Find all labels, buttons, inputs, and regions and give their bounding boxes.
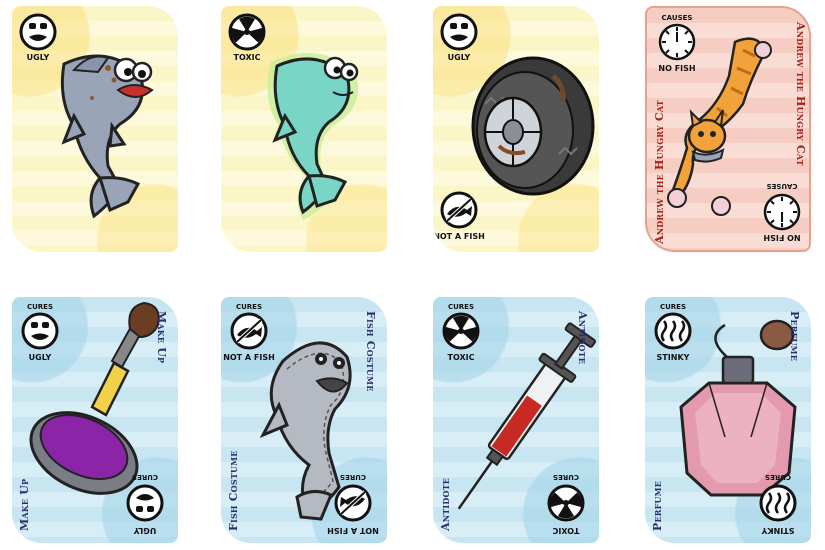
stinky-icon <box>759 484 797 522</box>
cat-event-card[interactable]: CAUSES NO FISH Andrew the Hungry Cat And… <box>645 6 811 252</box>
no-fish-icon <box>440 191 478 229</box>
radiation-icon <box>546 484 586 522</box>
badge-label: STINKY <box>761 526 795 535</box>
clock-icon <box>763 193 801 231</box>
ugly-fish-card[interactable]: UGLY <box>12 6 178 252</box>
effect-label: NO FISH <box>658 64 696 73</box>
cures-label: CURES <box>235 303 263 311</box>
card-title: Fish Costume <box>227 450 240 531</box>
bottom-badge: CURES TOXIC <box>541 471 591 535</box>
badge-label: UGLY <box>26 53 50 62</box>
no-fish-icon <box>230 312 268 350</box>
bottom-badge: CURES STINKY <box>753 471 803 535</box>
ugly-face-icon <box>126 484 164 522</box>
ugly-face-icon <box>440 13 478 51</box>
badge-label: NOT A FISH <box>433 232 485 241</box>
card-title: Antidote <box>576 311 589 365</box>
badge-label: UGLY <box>133 526 157 535</box>
card-title: Antidote <box>439 477 452 531</box>
card-title: Make Up <box>18 478 31 531</box>
causes-label: CAUSES <box>661 14 693 22</box>
cures-label: CURES <box>552 473 580 481</box>
cures-label: CURES <box>26 303 54 311</box>
clock-icon <box>658 23 696 61</box>
tire-card[interactable]: UGLY NOT A FISH <box>433 6 599 252</box>
perfume-card[interactable]: CURES STINKY Perfume Perfume CURES STINK… <box>645 297 811 543</box>
cures-label: CURES <box>131 473 159 481</box>
effect-label: NO FISH <box>763 233 801 242</box>
toxic-fish-card[interactable]: TOXIC <box>221 6 387 252</box>
card-title: Andrew the Hungry Cat <box>794 22 807 166</box>
card-title: Fish Costume <box>364 311 377 392</box>
cures-label: CURES <box>764 473 792 481</box>
badge-label: STINKY <box>656 353 690 362</box>
radiation-icon <box>441 312 481 350</box>
no-fish-icon <box>334 484 372 522</box>
make-up-card[interactable]: CURES UGLY Make Up Make Up CURES UGLY <box>12 297 178 543</box>
badge-label: NOT A FISH <box>327 526 379 535</box>
fish-costume-card[interactable]: CURES NOT A FISH Fish Costume Fish Costu… <box>221 297 387 543</box>
badge-label: TOXIC <box>552 526 580 535</box>
bottom-badge: CURES NOT A FISH <box>325 471 381 535</box>
antidote-card[interactable]: CURES TOXIC Antidote Antidote CURES TOXI… <box>433 297 599 543</box>
bottom-badge: CURES UGLY <box>120 471 170 535</box>
cures-label: CURES <box>447 303 475 311</box>
card-title: Make Up <box>155 311 168 364</box>
card-title: Perfume <box>788 311 801 362</box>
badge-label: TOXIC <box>447 353 475 362</box>
radiation-icon <box>227 13 267 51</box>
cures-label: CURES <box>659 303 687 311</box>
badge-label: UGLY <box>28 353 52 362</box>
badge-label: UGLY <box>447 53 471 62</box>
card-title: Perfume <box>651 480 664 531</box>
card-title: Andrew the Hungry Cat <box>653 100 666 244</box>
badge-label: TOXIC <box>233 53 261 62</box>
badge-label: NOT A FISH <box>223 353 275 362</box>
ugly-face-icon <box>21 312 59 350</box>
cures-label: CURES <box>339 473 367 481</box>
ugly-face-icon <box>19 13 57 51</box>
bottom-badge: CAUSES NO FISH <box>757 180 807 242</box>
stinky-icon <box>654 312 692 350</box>
causes-label: CAUSES <box>766 182 798 190</box>
